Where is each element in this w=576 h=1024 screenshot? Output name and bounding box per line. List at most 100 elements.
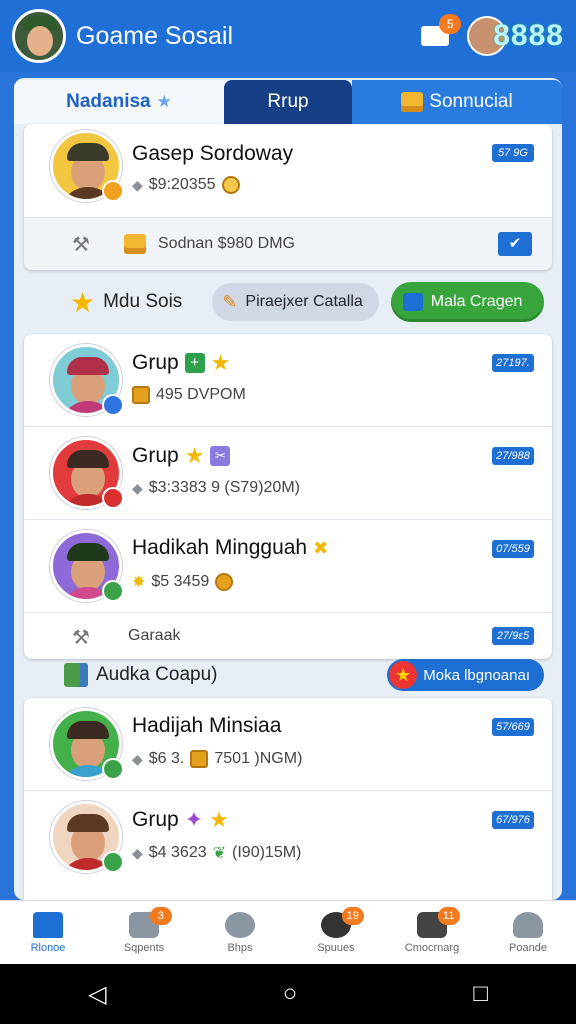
section-label: Audka Coapu) [96,664,218,685]
sparkle-icon: ✸ [132,574,146,591]
star-icon: ★ [70,286,96,318]
tab-label: Nadanisa [66,91,151,112]
footer-label: Garaak [128,627,181,644]
featured-card: Gasep Sordoway ◆ $9:20355 57 9G ⚒ Sodnan… [24,124,552,270]
list-item[interactable]: Grup ✦ ★ ◆ $4 3623 ❦ (I90)15M) 67/976 [24,791,552,884]
star-icon: ★ [389,661,418,689]
app-title: Goame Sosail [76,21,234,50]
nav-poande[interactable]: Poande [480,901,576,964]
section-label: Mdu Sois [103,291,183,312]
player-amount: $4 3623 [148,844,207,861]
coin-badge-icon [102,180,124,202]
hammer-icon: ⚒ [72,627,90,649]
bottom-card: Hadijah Minsiaa ◆ $6 3. 7501 )NGM) 57/66… [24,698,552,900]
tab-nadanisa[interactable]: Nadanisa ★ [14,80,224,124]
nav-sqpents[interactable]: 3 Sqpents [96,901,192,964]
group-name: Hadikah Mingguah [132,536,308,559]
check-button[interactable]: ✔ [498,232,532,256]
nav-badge: 19 [341,907,364,925]
bottom-navigation: Rlonoe 3 Sqpents Bhps 19 Spuues 11 Cmocr… [0,900,576,964]
status-tag: 57/669 [492,718,534,736]
pill-label: Piraejxer Catalla [245,293,363,310]
nav-label: Poande [509,941,547,954]
system-navigation: ◁ ○ □ [0,964,576,1024]
crate-icon [124,234,146,254]
tab-rrup[interactable]: Rrup [224,80,352,124]
nav-bhps[interactable]: Bhps [192,901,288,964]
list-item[interactable]: Hadikah Mingguah ✖ ✸ $5 3459 07/559 [24,520,552,613]
nav-cmocrnarg[interactable]: 11 Cmocrnarg [384,901,480,964]
status-tag: 27/988 [492,447,534,465]
shield-icon [402,293,423,311]
nav-label: Rlonoe [30,941,66,954]
list-item[interactable]: Grup + ★ 495 DVPOM 27197. [24,334,552,427]
tab-sonnucial[interactable]: Sonnucial [352,80,562,124]
badge-icon [102,487,124,509]
group-amount: $3:3383 9 (S79)20M) [148,479,300,496]
star-icon: ★ [184,443,205,468]
feather-icon: ✦ [184,807,204,832]
list-item[interactable]: Gasep Sordoway ◆ $9:20355 57 9G [24,124,552,218]
group-amount: 495 DVPOM [156,386,246,403]
group-name: Grup [132,444,179,467]
group-name: Grup [132,351,179,374]
green-action-button[interactable]: Mala Cragen [390,282,545,322]
sparkle-icon: ✖ [313,537,329,558]
gem-icon: ◆ [132,750,143,767]
section-bar: Audka Coapu) ★ Moka lbgnoanaı [24,652,552,698]
player-amount-2: (I90)15M) [232,844,302,861]
dots-icon [225,911,255,938]
app-bar: Goame Sosail 5 8888 [0,0,576,72]
pill-label: Moka lbgnoanaı [423,666,530,684]
wrench-icon: ✎ [222,291,238,312]
user-icon [513,911,543,938]
player-amount: $6 3. [148,750,185,767]
mail-badge: 5 [439,14,462,34]
nav-label: Sqpents [123,941,165,954]
tab-bar: Nadanisa ★ Rrup Sonnucial [14,80,562,124]
player-amount: $9:20355 [148,176,216,193]
hammer-icon: ⚒ [72,234,90,256]
mail-icon[interactable]: 5 [421,14,462,46]
group-amount: $5 3459 [151,573,210,590]
group-card: Grup + ★ 495 DVPOM 27197. Grup ★ ✂ ◆ $3:… [24,334,552,659]
gift-box-icon [401,92,424,112]
status-tag: 07/559 [492,540,534,558]
back-icon[interactable]: ◁ [88,980,106,1009]
status-tag: 57 9G [492,144,534,162]
gem-icon: ◆ [132,844,143,861]
list-item[interactable]: Grup ★ ✂ ◆ $3:3383 9 (S79)20M) 27/988 [24,427,552,520]
player-name: Hadijah Minsiaa [132,714,282,737]
player-name: Gasep Sordoway [132,142,294,165]
plus-icon: + [184,353,205,373]
badge-icon [102,851,124,873]
nav-spuues[interactable]: 19 Spuues [288,901,384,964]
coin-icon [215,573,234,591]
badge-icon [102,758,124,780]
verified-badge-icon [102,394,124,416]
tab-label: Sonnucial [429,91,513,112]
profile-code: 8888 [493,19,564,52]
profile-button[interactable]: 8888 [467,16,564,56]
home-icon [33,911,63,938]
gem-icon: ◆ [132,176,143,193]
star-icon: ★ [209,807,229,832]
status-tag: 67/976 [492,811,534,829]
nav-label: Cmocrnarg [404,941,460,954]
home-circle-icon[interactable]: ○ [283,980,298,1008]
nav-badge: 3 [149,907,172,925]
gem-icon: ◆ [132,479,143,496]
coin-icon [221,176,240,194]
nav-badge: 11 [437,907,460,925]
nav-label: Spuues [317,941,355,954]
recents-icon[interactable]: □ [473,980,488,1008]
star-icon: ★ [210,350,231,375]
list-item[interactable]: Hadijah Minsiaa ◆ $6 3. 7501 )NGM) 57/66… [24,698,552,791]
cube-icon [64,663,88,687]
nav-home[interactable]: Rlonoe [0,901,96,964]
catalog-pill-button[interactable]: ✎ Piraejxer Catalla [212,283,379,321]
mission-pill-button[interactable]: ★ Moka lbgnoanaı [387,659,544,691]
app-avatar[interactable] [12,9,66,63]
status-tag: 27/9ɛ5 [492,627,534,645]
info-text: Sodnan $980 DMG [158,235,295,252]
